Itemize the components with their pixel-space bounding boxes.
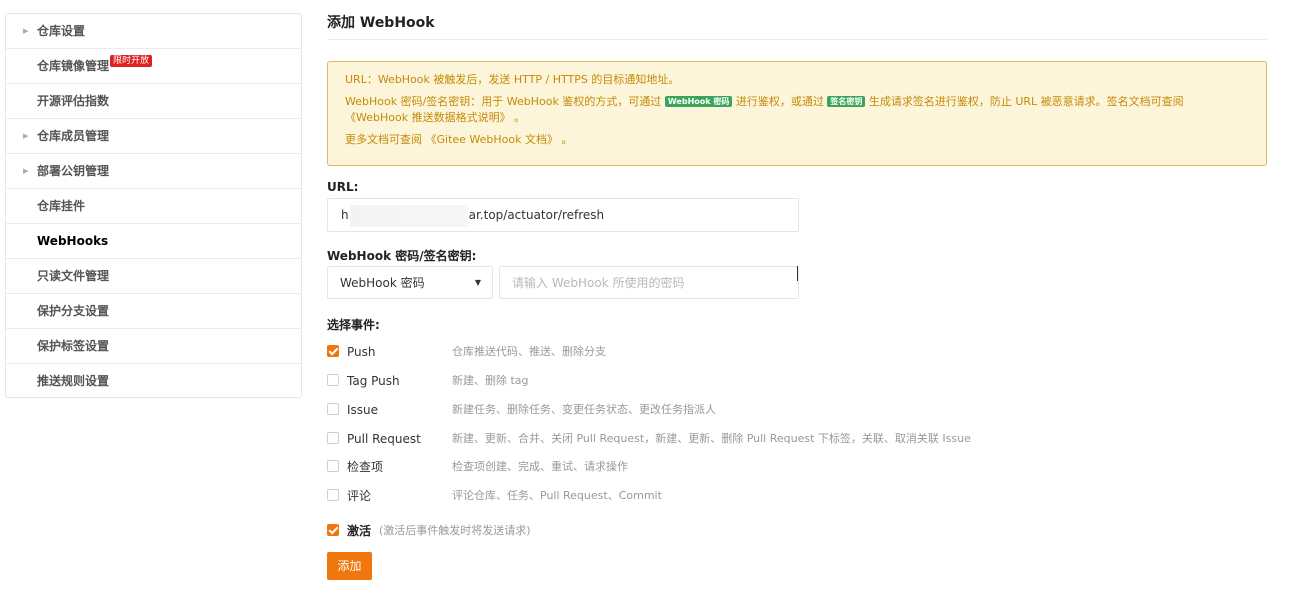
link-push-format-doc[interactable]: 《WebHook 推送数据格式说明》 [345, 111, 511, 124]
sidebar-item-members[interactable]: ▶ 仓库成员管理 [6, 119, 301, 154]
secret-label: WebHook 密码/签名密钥: [327, 249, 477, 263]
caret-right-icon: ▶ [23, 27, 29, 35]
checkbox-icon[interactable] [327, 374, 339, 386]
sidebar-item-label: 部署公钥管理 [37, 164, 110, 178]
sidebar-item-protected-branches[interactable]: 保护分支设置 [6, 294, 301, 329]
sidebar-item-label: 仓库设置 [37, 24, 86, 38]
sidebar-item-oss-index[interactable]: 开源评估指数 [6, 84, 301, 119]
checkbox-icon[interactable] [327, 403, 339, 415]
sidebar-item-label: 保护标签设置 [37, 339, 110, 353]
checkbox-icon[interactable] [327, 432, 339, 444]
tag-sign-key: 签名密钥 [827, 96, 866, 107]
secret-type-select[interactable]: WebHook 密码 ▼ [327, 266, 493, 299]
event-pull-request[interactable]: Pull Request 新建、更新、合并、关闭 Pull Request，新建… [327, 431, 1027, 447]
sidebar-item-protected-tags[interactable]: 保护标签设置 [6, 329, 301, 364]
checkbox-icon[interactable] [327, 489, 339, 501]
events-label: 选择事件: [327, 318, 380, 332]
checkbox-icon[interactable] [327, 460, 339, 472]
url-label: URL: [327, 180, 359, 194]
sidebar-item-push-rules[interactable]: 推送规则设置 [6, 364, 301, 399]
secret-input[interactable]: 请输入 WebHook 所使用的密码 [499, 266, 799, 299]
redacted-region [349, 204, 468, 227]
tag-webhook-password: WebHook 密码 [664, 96, 733, 107]
notice-line-secret: WebHook 密码/签名密钥：用于 WebHook 鉴权的方式，可通过 Web… [345, 95, 1184, 124]
sidebar-item-deploy-keys[interactable]: ▶ 部署公钥管理 [6, 154, 301, 189]
info-notice: URL：WebHook 被触发后，发送 HTTP / HTTPS 的目标通知地址… [327, 61, 1267, 166]
limited-badge: 限时开放 [110, 55, 153, 67]
link-gitee-webhook-doc[interactable]: 《Gitee WebHook 文档》 [426, 133, 559, 146]
sidebar-item-label: 推送规则设置 [37, 374, 110, 388]
sidebar-item-label: 仓库镜像管理 [37, 59, 110, 73]
check-icon[interactable] [327, 345, 339, 357]
notice-line-docs: 更多文档可查阅 《Gitee WebHook 文档》 。 [345, 133, 573, 146]
notice-line-url: URL：WebHook 被触发后，发送 HTTP / HTTPS 的目标通知地址… [345, 73, 680, 86]
sidebar-item-label: 开源评估指数 [37, 94, 110, 108]
sidebar-item-mirror[interactable]: 仓库镜像管理 限时开放 [6, 49, 301, 84]
sidebar-item-label: 仓库成员管理 [37, 129, 110, 143]
event-tag-push[interactable]: Tag Push 新建、删除 tag [327, 373, 1027, 389]
sidebar-item-label: 保护分支设置 [37, 304, 110, 318]
sidebar-item-label: 只读文件管理 [37, 269, 110, 283]
check-icon[interactable] [327, 524, 339, 536]
sidebar-item-label: 仓库挂件 [37, 199, 86, 213]
webhook-form: 添加 WebHook URL：WebHook 被触发后，发送 HTTP / HT… [327, 13, 1267, 580]
caret-right-icon: ▶ [23, 132, 29, 140]
add-button[interactable]: 添加 [327, 552, 372, 580]
event-comment[interactable]: 评论 评论仓库、任务、Pull Request、Commit [327, 488, 1027, 504]
url-input[interactable]: h ar.top/actuator/refresh [327, 198, 799, 232]
event-check-run[interactable]: 检查项 检查项创建、完成、重试、请求操作 [327, 459, 1027, 475]
sidebar-item-readonly-files[interactable]: 只读文件管理 [6, 259, 301, 294]
activate-toggle[interactable]: 激活 (激活后事件触发时将发送请求) [327, 523, 727, 539]
event-push[interactable]: Push 仓库推送代码、推送、删除分支 [327, 344, 1027, 360]
page-title: 添加 WebHook [327, 13, 1267, 40]
caret-down-icon: ▼ [474, 278, 481, 287]
event-issue[interactable]: Issue 新建任务、删除任务、变更任务状态、更改任务指派人 [327, 402, 1027, 418]
sidebar-item-widgets[interactable]: 仓库挂件 [6, 189, 301, 224]
sidebar-item-label: WebHooks [37, 234, 109, 248]
caret-right-icon: ▶ [23, 167, 29, 175]
settings-sidebar: ▶ 仓库设置 仓库镜像管理 限时开放 开源评估指数 ▶ 仓库成员管理 ▶ 部署公钥… [5, 13, 302, 398]
text-cursor [797, 266, 798, 281]
sidebar-item-webhooks[interactable]: WebHooks [6, 224, 301, 259]
sidebar-item-repo-settings[interactable]: ▶ 仓库设置 [6, 14, 301, 49]
